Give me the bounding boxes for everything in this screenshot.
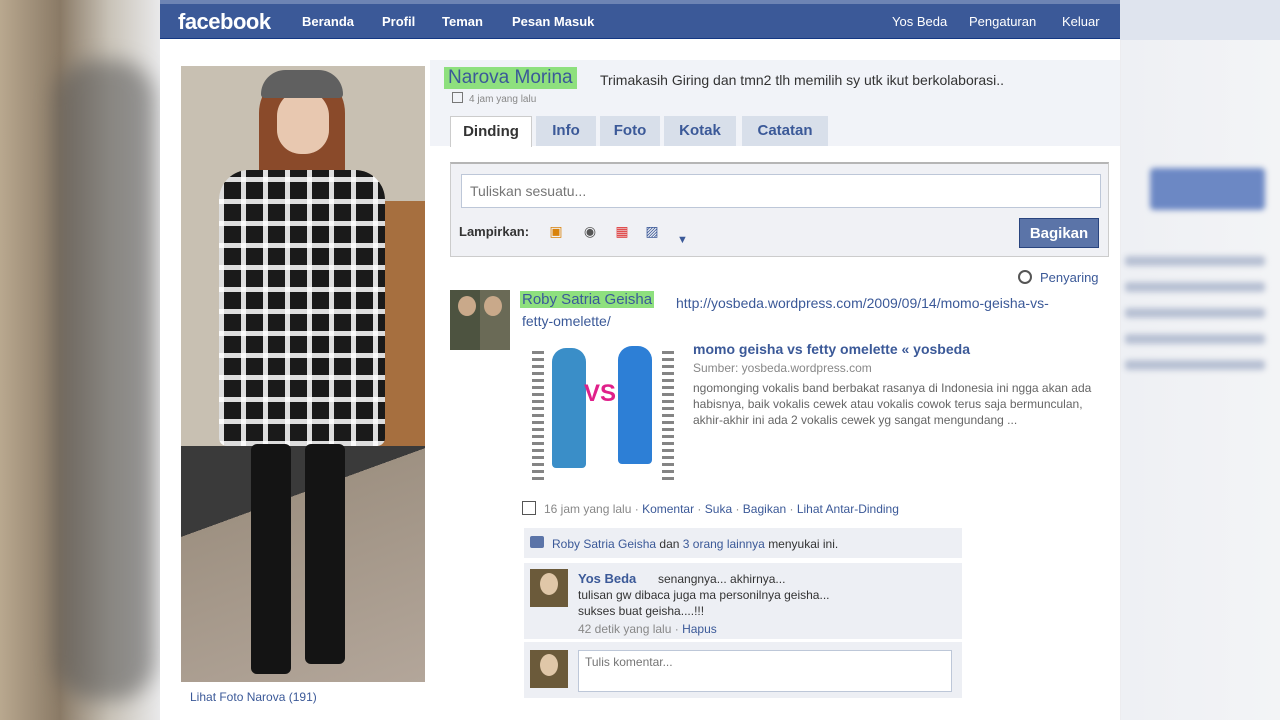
profile-name[interactable]: Narova Morina (444, 67, 577, 89)
blurred-right-bar (1120, 0, 1280, 40)
profile-status: Trimakasih Giring dan tmn2 tlh memilih s… (600, 72, 1005, 88)
photo-hat (261, 70, 343, 98)
search-icon (1018, 270, 1032, 284)
comment-input[interactable] (578, 650, 952, 692)
link-source: Sumber: yosbeda.wordpress.com (693, 361, 872, 375)
status-icon (452, 92, 463, 103)
tab-kotak[interactable]: Kotak (664, 116, 736, 146)
photo-leg-right (305, 444, 345, 664)
post-meta: 16 jam yang lalu · Komentar · Suka · Bag… (522, 501, 899, 516)
tab-catatan[interactable]: Catatan (742, 116, 828, 146)
photo-leg-left (251, 444, 291, 674)
share-button[interactable]: Bagikan (1019, 218, 1099, 248)
commenter-avatar[interactable] (530, 569, 568, 607)
facebook-logo[interactable]: facebook (178, 9, 271, 35)
thumb-right-text (662, 350, 674, 480)
top-navigation-bar: facebook Beranda Profil Teman Pesan Masu… (160, 4, 1120, 39)
photo-icon[interactable]: ▣ (547, 222, 565, 240)
post-url-line1[interactable]: http://yosbeda.wordpress.com/2009/09/14/… (676, 293, 1106, 313)
likes-box: Roby Satria Geisha dan 3 orang lainnya m… (524, 528, 962, 558)
wall-to-wall-link[interactable]: Lihat Antar-Dinding (797, 502, 899, 516)
delete-comment-link[interactable]: Hapus (682, 622, 717, 636)
blurred-background-person (55, 60, 155, 700)
tab-dinding[interactable]: Dinding (450, 116, 532, 147)
blurred-right-text (1125, 240, 1265, 460)
likes-text: Roby Satria Geisha dan 3 orang lainnya m… (552, 537, 838, 551)
commenter-name[interactable]: Yos Beda (578, 571, 636, 586)
link-description: ngomonging vokalis band berbakat rasanya… (693, 381, 1092, 427)
comment-time: 42 detik yang lalu (578, 622, 672, 636)
view-photos-link[interactable]: Lihat Foto Narova (191) (190, 690, 317, 704)
photo-face (277, 90, 329, 154)
status-time: 4 jam yang lalu (452, 92, 536, 105)
comment-link[interactable]: Komentar (642, 502, 694, 516)
comment-text-line2: tulisan gw dibaca juga ma personilnya ge… (578, 588, 830, 602)
status-time-text: 4 jam yang lalu (469, 94, 537, 105)
nav-profil[interactable]: Profil (382, 14, 415, 29)
photo-coat (219, 170, 385, 446)
filter-link[interactable]: Penyaring (1018, 270, 1099, 285)
comment-text-line1: senangnya... akhirnya... (658, 572, 786, 586)
filter-label: Penyaring (1040, 270, 1099, 285)
likes-and: dan (659, 537, 680, 551)
thumbs-up-icon (530, 536, 544, 548)
reply-box (524, 642, 962, 698)
link-post-icon (522, 501, 536, 515)
nav-pengaturan[interactable]: Pengaturan (969, 14, 1036, 29)
chevron-down-icon[interactable]: ▼ (677, 234, 688, 246)
thumb-left-text (532, 350, 544, 480)
nav-teman[interactable]: Teman (442, 14, 483, 29)
like-link[interactable]: Suka (705, 502, 732, 516)
attach-label: Lampirkan: (459, 224, 530, 239)
wall-post-input[interactable] (461, 174, 1101, 208)
post-url-line2[interactable]: fetty-omelette/ (522, 313, 611, 329)
wall-composer: Lampirkan: ▣ ◉ ▦ ▨ ▼ Bagikan (450, 162, 1109, 257)
facebook-page: facebook Beranda Profil Teman Pesan Masu… (160, 0, 1120, 720)
others-link[interactable]: 3 orang lainnya (683, 537, 765, 551)
current-user-avatar (530, 650, 568, 688)
link-icon[interactable]: ▨ (643, 222, 661, 240)
comment-meta: 42 detik yang lalu · Hapus (578, 622, 717, 636)
event-icon[interactable]: ▦ (613, 222, 631, 240)
share-link[interactable]: Bagikan (743, 502, 786, 516)
tab-info[interactable]: Info (536, 116, 596, 146)
comment-item: Yos Beda senangnya... akhirnya... tulisa… (524, 562, 962, 639)
nav-pesan-masuk[interactable]: Pesan Masuk (512, 14, 594, 29)
tab-foto[interactable]: Foto (600, 116, 660, 146)
post-author-name[interactable]: Roby Satria Geisha (520, 291, 655, 308)
post-time: 16 jam yang lalu (544, 502, 632, 516)
liker-link[interactable]: Roby Satria Geisha (552, 537, 656, 551)
photo-floor (181, 446, 425, 682)
thumb-vs-text: VS (584, 380, 617, 407)
link-title[interactable]: momo geisha vs fetty omelette « yosbeda (693, 341, 970, 357)
thumb-person-right (618, 346, 652, 464)
nav-keluar[interactable]: Keluar (1062, 14, 1100, 29)
link-thumbnail[interactable]: VS (530, 340, 678, 492)
thumb-person-left (552, 348, 586, 468)
comment-text-line3: sukses buat geisha....!!! (578, 604, 705, 618)
post-author-avatar[interactable] (450, 290, 510, 350)
nav-beranda[interactable]: Beranda (302, 14, 354, 29)
profile-photo[interactable] (181, 66, 425, 682)
likes-suffix: menyukai ini. (768, 537, 839, 551)
nav-user-name[interactable]: Yos Beda (892, 14, 947, 29)
video-icon[interactable]: ◉ (581, 222, 599, 240)
blurred-right-button (1150, 168, 1265, 210)
